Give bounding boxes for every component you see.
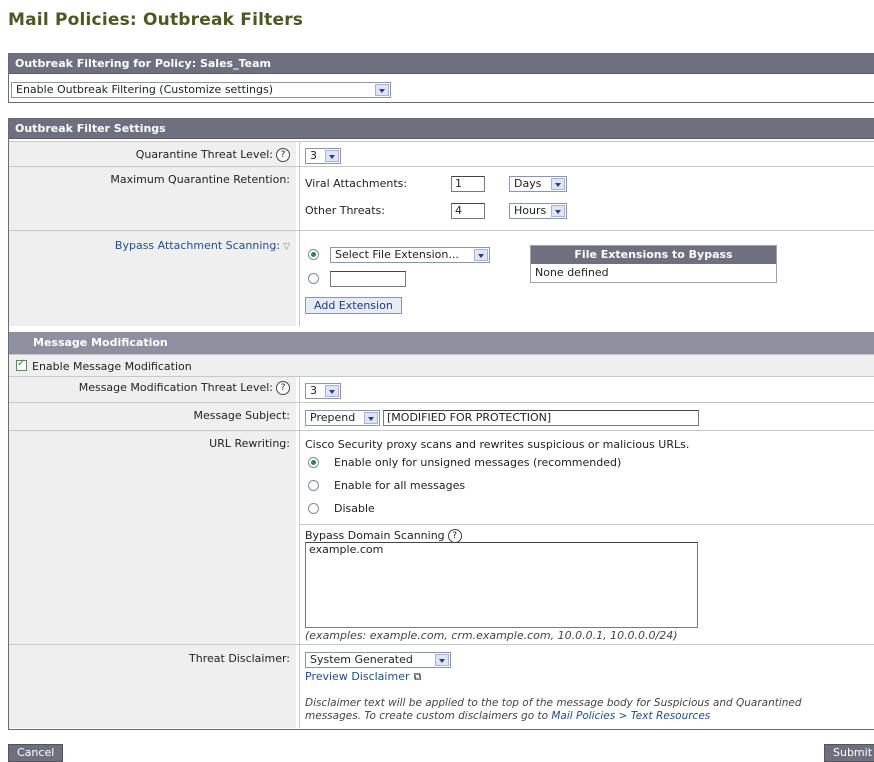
quarantine-threat-level-row: Quarantine Threat Level:? 3	[9, 141, 874, 166]
settings-panel-header: Outbreak Filter Settings	[9, 119, 874, 139]
file-extension-select[interactable]: Select File Extension...	[330, 247, 490, 263]
page-title: Mail Policies: Outbreak Filters	[8, 10, 304, 30]
help-icon[interactable]: ?	[276, 381, 290, 395]
url-option-disable-label: Disable	[334, 502, 375, 515]
url-option-all-label: Enable for all messages	[334, 479, 466, 492]
quarantine-threat-level-select[interactable]: 3	[305, 148, 341, 164]
message-modification-header: Message Modification	[9, 332, 874, 354]
viral-attachments-input[interactable]: 1	[451, 176, 485, 192]
select-extension-radio[interactable]	[308, 249, 319, 260]
message-subject-label: Message Subject:	[193, 409, 290, 422]
subject-text-input[interactable]: [MODIFIED FOR PROTECTION]	[383, 410, 699, 426]
url-rewriting-description: Cisco Security proxy scans and rewrites …	[305, 438, 690, 451]
bypass-extensions-header: File Extensions to Bypass	[531, 246, 776, 264]
chevron-down-icon	[551, 205, 565, 217]
help-icon[interactable]: ?	[447, 529, 462, 543]
other-threats-label: Other Threats:	[305, 204, 385, 217]
preview-disclaimer-wrap: Preview Disclaimer ⧉	[305, 670, 421, 684]
disclaimer-note-line2: messages. To create custom disclaimers g…	[305, 710, 710, 722]
enable-modification-label: Enable Message Modification	[32, 360, 192, 373]
outbreak-mode-select[interactable]: Enable Outbreak Filtering (Customize set…	[11, 82, 391, 98]
url-option-unsigned-label: Enable only for unsigned messages (recom…	[334, 456, 622, 469]
preview-disclaimer-link[interactable]: Preview Disclaimer	[305, 670, 409, 683]
bypass-extensions-empty: None defined	[535, 266, 609, 279]
chevron-down-icon	[375, 84, 389, 96]
chevron-down-icon	[551, 178, 565, 190]
message-subject-row: Message Subject: Prepend [MODIFIED FOR P…	[9, 402, 874, 430]
policy-panel-header: Outbreak Filtering for Policy: Sales_Tea…	[9, 54, 874, 74]
bypass-domain-label-wrap: Bypass Domain Scanning?	[305, 529, 462, 543]
bypass-extensions-table: File Extensions to Bypass None defined	[530, 245, 777, 283]
file-extension-select-value: Select File Extension...	[335, 248, 459, 261]
url-option-all-radio[interactable]	[308, 480, 319, 491]
bypass-domain-label: Bypass Domain Scanning	[305, 529, 445, 542]
submit-button[interactable]: Submit	[824, 744, 874, 762]
chevron-down-icon	[474, 249, 488, 261]
modification-threat-level-label: Message Modification Threat Level:	[78, 381, 273, 394]
bypass-attachment-label[interactable]: Bypass Attachment Scanning:	[115, 239, 280, 252]
cancel-button[interactable]: Cancel	[8, 744, 64, 762]
custom-extension-input[interactable]	[330, 271, 406, 287]
threat-disclaimer-row: Threat Disclaimer: System Generated Prev…	[9, 644, 874, 728]
help-icon[interactable]: ?	[276, 148, 290, 162]
modification-threat-level-value: 3	[310, 384, 317, 397]
add-extension-button[interactable]: Add Extension	[305, 297, 402, 314]
viral-unit-select[interactable]: Days	[509, 176, 567, 192]
max-retention-label: Maximum Quarantine Retention:	[110, 173, 290, 186]
bypass-domain-textarea[interactable]: example.com	[305, 542, 698, 628]
quarantine-threat-level-value: 3	[310, 149, 317, 162]
viral-attachments-label: Viral Attachments:	[305, 177, 408, 190]
max-retention-row: Maximum Quarantine Retention: Viral Atta…	[9, 166, 874, 230]
enable-modification-checkbox[interactable]	[16, 358, 27, 371]
chevron-down-icon	[325, 150, 339, 162]
subject-text-value: [MODIFIED FOR PROTECTION]	[387, 411, 552, 424]
url-divider	[300, 524, 874, 525]
chevron-down-icon	[325, 385, 339, 397]
threat-disclaimer-select[interactable]: System Generated	[305, 652, 451, 668]
subject-mode-select[interactable]: Prepend	[305, 410, 380, 426]
viral-attachments-value: 1	[455, 177, 462, 190]
new-window-icon[interactable]: ⧉	[413, 670, 421, 683]
viral-unit-value: Days	[514, 177, 542, 190]
custom-extension-radio[interactable]	[308, 273, 319, 284]
policy-panel: Outbreak Filtering for Policy: Sales_Tea…	[8, 53, 874, 103]
chevron-down-icon	[364, 412, 378, 424]
disclaimer-note-prefix: messages. To create custom disclaimers g…	[305, 710, 552, 722]
triangle-down-icon[interactable]: ▽	[283, 242, 290, 252]
enable-modification-row: Enable Message Modification	[9, 354, 874, 376]
modification-threat-level-row: Message Modification Threat Level:? 3	[9, 376, 874, 402]
text-resources-link[interactable]: Mail Policies > Text Resources	[551, 710, 710, 722]
cancel-label: Cancel	[17, 746, 55, 759]
disclaimer-note-line1: Disclaimer text will be applied to the t…	[305, 697, 802, 709]
add-extension-label: Add Extension	[314, 299, 393, 312]
quarantine-threat-level-label: Quarantine Threat Level:	[135, 148, 273, 161]
bypass-domain-examples: (examples: example.com, crm.example.com,…	[305, 629, 678, 642]
url-option-disable-radio[interactable]	[308, 503, 319, 514]
modification-threat-level-select[interactable]: 3	[305, 383, 341, 399]
other-unit-select[interactable]: Hours	[509, 203, 567, 219]
other-unit-value: Hours	[514, 204, 547, 217]
chevron-down-icon	[435, 654, 449, 666]
subject-mode-value: Prepend	[310, 411, 356, 424]
bypass-attachment-row: Bypass Attachment Scanning: ▽ Select File…	[9, 230, 874, 326]
settings-panel: Outbreak Filter Settings Quarantine Thre…	[8, 118, 874, 730]
other-threats-input[interactable]: 4	[451, 203, 485, 219]
url-option-unsigned-radio[interactable]	[308, 457, 319, 468]
outbreak-mode-value: Enable Outbreak Filtering (Customize set…	[16, 83, 273, 96]
url-rewriting-label: URL Rewriting:	[209, 437, 290, 450]
threat-disclaimer-value: System Generated	[310, 653, 413, 666]
url-rewriting-row: URL Rewriting: Cisco Security proxy scan…	[9, 430, 874, 644]
submit-label: Submit	[833, 746, 873, 759]
bypass-domain-value: example.com	[309, 543, 384, 556]
other-threats-value: 4	[455, 204, 462, 217]
threat-disclaimer-label: Threat Disclaimer:	[189, 652, 290, 665]
